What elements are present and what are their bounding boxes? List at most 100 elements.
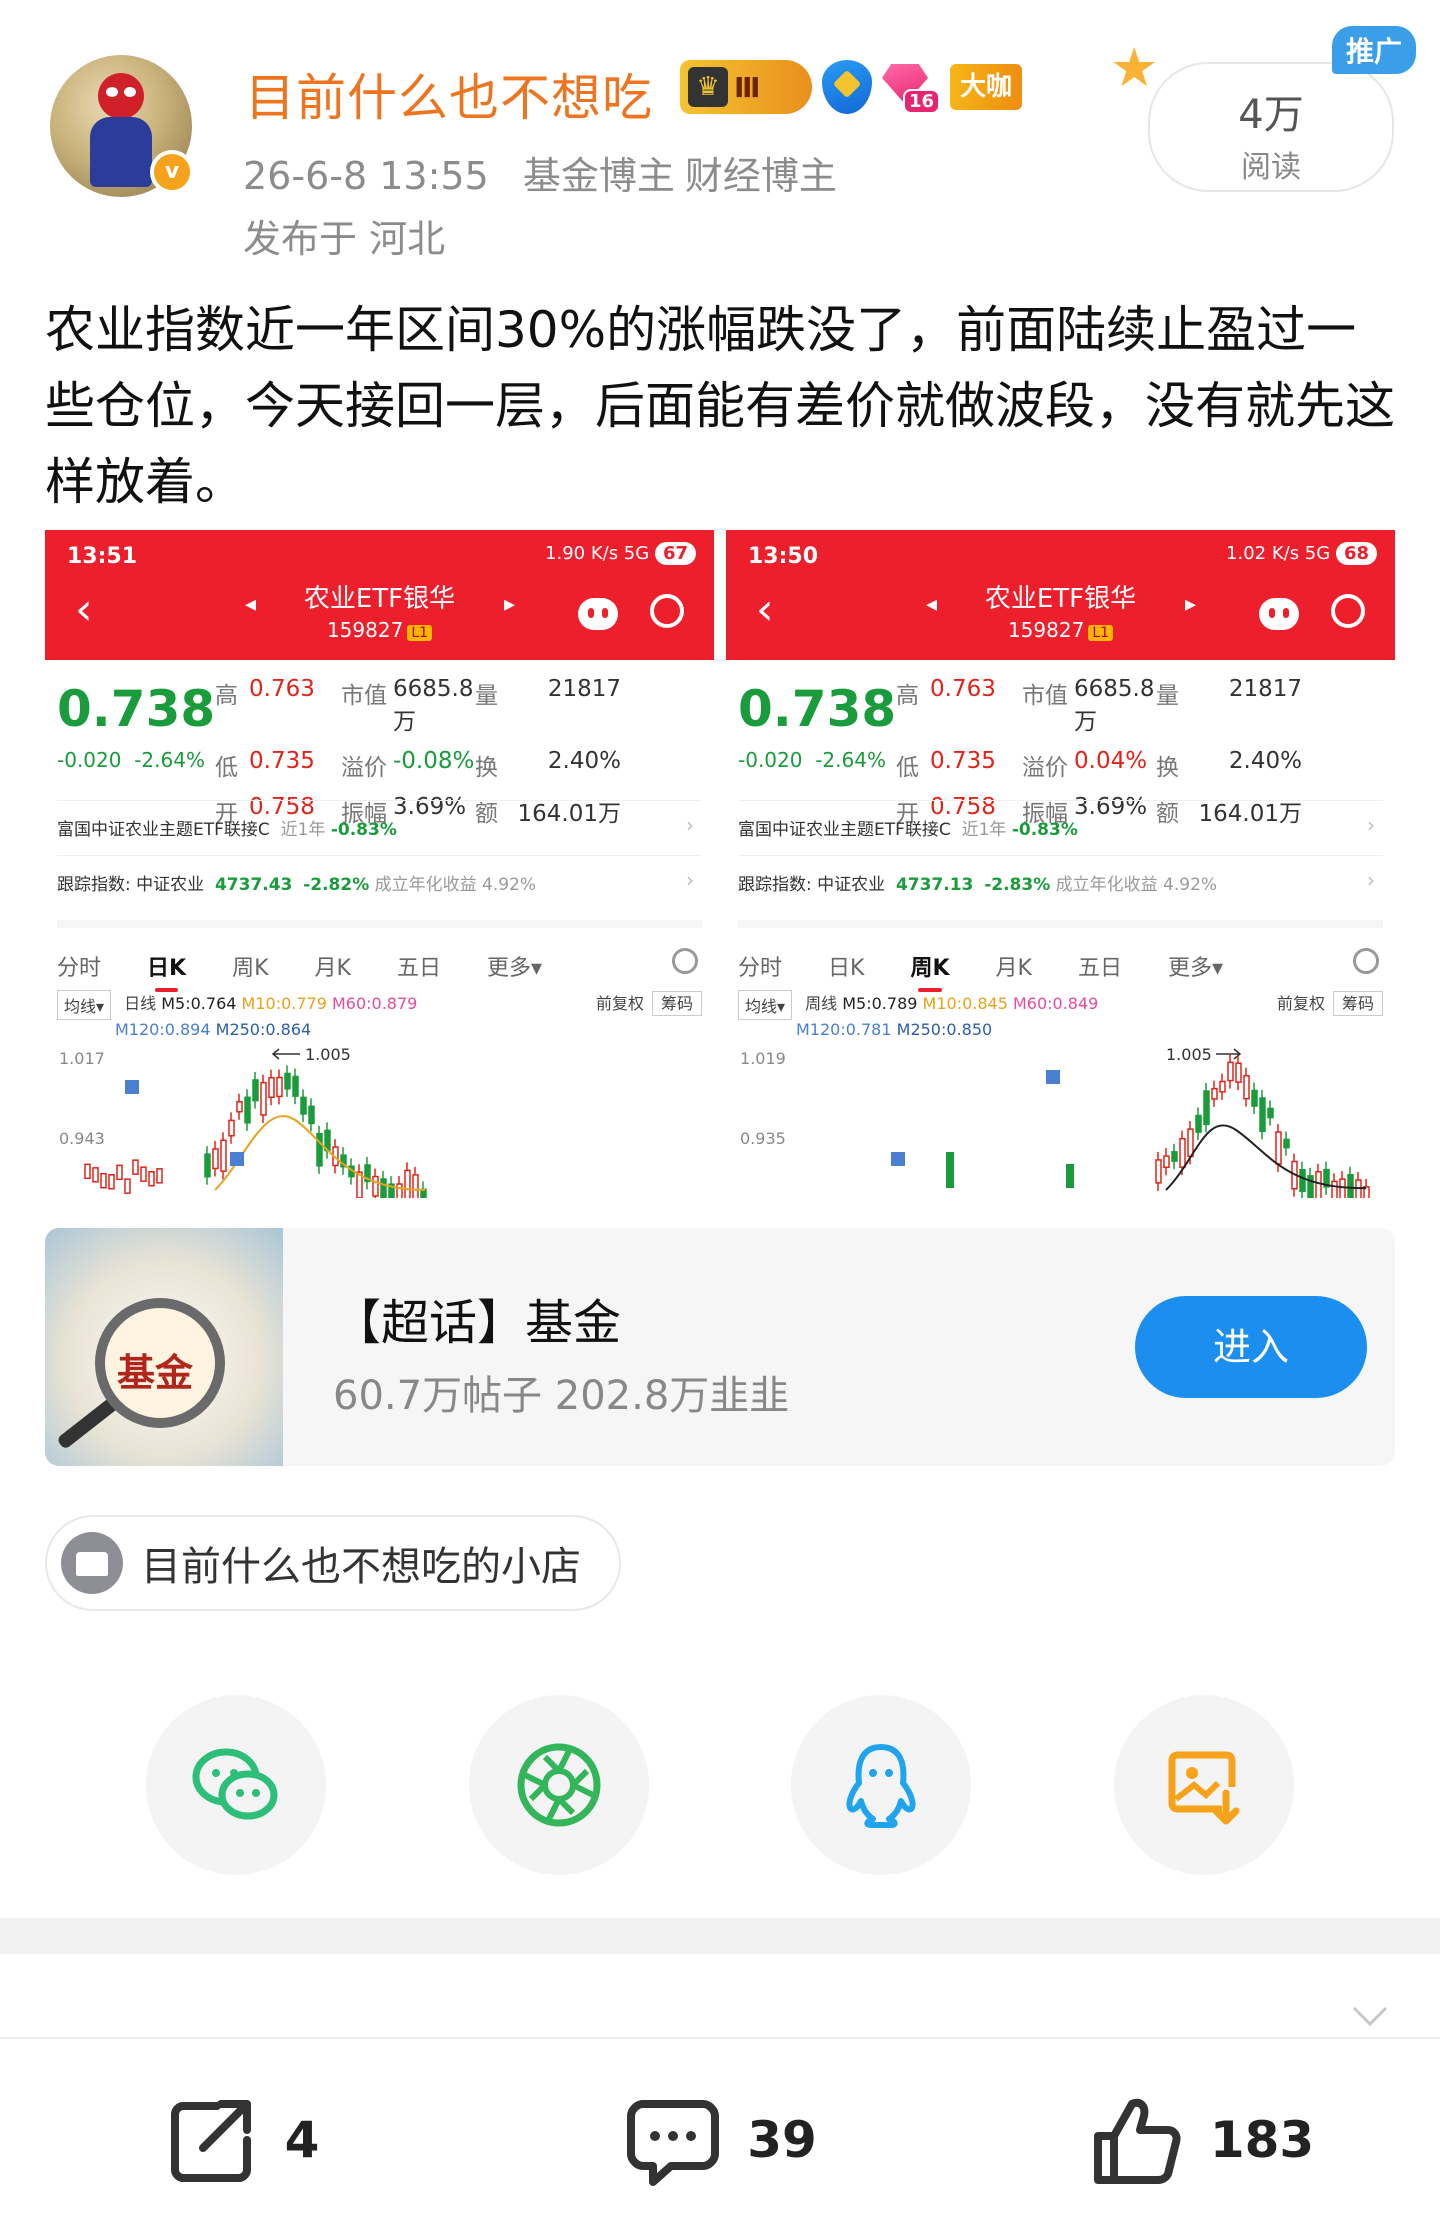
candle-body (1307, 1175, 1314, 1198)
candle-body (1066, 1164, 1074, 1188)
topic-cover-image: 基金 (45, 1228, 283, 1466)
post-image[interactable]: 13:51 1.90 K/s 5G 67 ‹ ◂ ▸ 农业ETF银华 159827… (45, 530, 714, 1198)
candle-body (316, 1133, 323, 1167)
candle-body (116, 1164, 123, 1181)
save-image-button[interactable] (1113, 1695, 1294, 1875)
repost-icon (170, 2100, 251, 2182)
repost-button[interactable]: 4 (0, 2040, 480, 2240)
super-topic-card[interactable]: 基金 【超话】基金 60.7万帖子 202.8万韭韭 进入 (45, 1228, 1395, 1466)
chart-period-tab[interactable]: 更多▾ (487, 950, 542, 982)
ma120-value: M120:0.781 (796, 1020, 892, 1039)
settings-icon (1353, 948, 1379, 974)
candlestick-chart: 1.017 0.943 1.005 (59, 1045, 427, 1198)
chart-period-tab[interactable]: 日K (828, 950, 864, 982)
moments-icon (517, 1743, 601, 1827)
share-qq-button[interactable] (791, 1695, 972, 1875)
robot-icon (578, 598, 618, 630)
candle-body (1187, 1128, 1194, 1158)
read-label: 阅读 (1241, 150, 1301, 185)
candle-body (946, 1152, 954, 1188)
candle-body (404, 1169, 411, 1198)
candle-body (92, 1167, 99, 1183)
qq-icon (846, 1744, 916, 1828)
candle-body (1283, 1138, 1290, 1149)
read-count-box: 4万 阅读 (1148, 62, 1394, 192)
sell-marker-icon (230, 1152, 244, 1166)
change-percent: -2.64% (815, 748, 886, 772)
chevron-right-icon: › (686, 868, 694, 892)
gem-badge[interactable]: 16 (882, 60, 940, 114)
sell-marker-icon (1046, 1070, 1060, 1084)
candle-body (204, 1153, 211, 1178)
chart-period-tab[interactable]: 更多▾ (1168, 950, 1223, 982)
comment-button[interactable]: 39 (480, 2040, 960, 2240)
quote-cell: 21817 (1228, 676, 1302, 702)
promote-tag[interactable]: 推广 (1331, 26, 1416, 74)
quote-cell: 2.40% (1228, 748, 1302, 774)
linked-fund-return: -0.83% (330, 820, 397, 840)
comment-count: 39 (747, 2111, 817, 2169)
ma-dropdown: 均线▾ (738, 990, 793, 1020)
candle-body (260, 1081, 267, 1116)
candle-body (1251, 1089, 1258, 1107)
author-name[interactable]: 目前什么也不想吃 (245, 58, 653, 130)
shop-link[interactable]: 目前什么也不想吃的小店 (45, 1515, 621, 1611)
crown-level-text: Ⅲ (734, 70, 761, 104)
thumbs-up-icon (1093, 2098, 1181, 2184)
candle-body (1243, 1074, 1250, 1100)
share-wechat-button[interactable] (146, 1695, 326, 1875)
post-date: 26-6-8 13:55 (243, 154, 489, 198)
quote-cell: 量 (475, 683, 498, 709)
like-button[interactable]: 183 (960, 2040, 1440, 2240)
chart-period-tab[interactable]: 月K (996, 950, 1032, 982)
quote-cell: 换 (475, 755, 498, 781)
candle-body (292, 1075, 299, 1097)
chart-period-tab[interactable]: 周K (232, 950, 268, 982)
quote-cell: 市值 (341, 683, 387, 709)
quote-cell: 溢价 (1022, 755, 1068, 781)
level-tag: L1 (1088, 625, 1114, 641)
settings-icon (672, 948, 698, 974)
chart-period-tab[interactable]: 月K (315, 950, 351, 982)
share-moments-button[interactable] (468, 1695, 649, 1875)
linked-fund-period: 近1年 (961, 820, 1007, 840)
ma120-value: M120:0.894 (115, 1020, 211, 1039)
chevron-down-icon[interactable] (1350, 1996, 1390, 2036)
topic-stats: 60.7万帖子 202.8万韭韭 (333, 1373, 790, 1419)
candle-body (100, 1172, 107, 1189)
candle-body (268, 1076, 275, 1099)
enter-topic-button[interactable]: 进入 (1135, 1296, 1367, 1398)
like-count: 183 (1209, 2111, 1315, 2169)
chart-period-tab[interactable]: 分时 (57, 950, 101, 982)
chart-period-tabs: 分时 日K 周K 月K 五日 更多▾ (738, 920, 1383, 992)
status-time: 13:51 (67, 544, 138, 569)
chart-period-tab[interactable]: 五日 (397, 950, 441, 982)
candle-body (300, 1096, 307, 1115)
candle-body (1315, 1171, 1322, 1198)
candle-body (1299, 1169, 1306, 1193)
fund-price: 0.738 (57, 680, 216, 738)
adjust-label: 前复权 (595, 994, 644, 1013)
fund-code: 159827 (1007, 618, 1085, 642)
annual-return: 成立年化收益 4.92% (1055, 875, 1218, 895)
y-axis-min: 0.935 (740, 1129, 786, 1148)
shield-badge-icon[interactable] (822, 60, 872, 114)
chart-period-tab[interactable]: 周K (910, 950, 950, 992)
post-images: 13:51 1.90 K/s 5G 67 ‹ ◂ ▸ 农业ETF银华 159827… (45, 530, 1395, 1198)
candle-body (1259, 1097, 1266, 1133)
action-bar-border (0, 2037, 1440, 2039)
ma-legend: 均线▾ 日线 M5:0.764 M10:0.779 M60:0.879 M120… (57, 990, 702, 1039)
chart-period-tab[interactable]: 日K (147, 950, 186, 992)
avatar-body (90, 117, 152, 187)
y-axis-max: 1.017 (59, 1049, 105, 1068)
ma10-value: M10:0.845 (922, 994, 1008, 1013)
read-count-promo[interactable]: ★ 4万 阅读 推广 (1110, 26, 1416, 192)
period-label: 日线 (124, 994, 157, 1013)
crown-level-badge[interactable]: ♛ Ⅲ (680, 60, 812, 114)
post-image[interactable]: 13:50 1.02 K/s 5G 68 ‹ ◂ ▸ 农业ETF银华 159827… (726, 530, 1395, 1198)
ma5-value: M5:0.764 (161, 994, 237, 1013)
chart-period-tab[interactable]: 五日 (1078, 950, 1122, 982)
chart-period-tab[interactable]: 分时 (738, 950, 782, 982)
daka-badge[interactable]: 大咖 (950, 64, 1023, 110)
y-axis-max: 1.019 (740, 1049, 786, 1068)
